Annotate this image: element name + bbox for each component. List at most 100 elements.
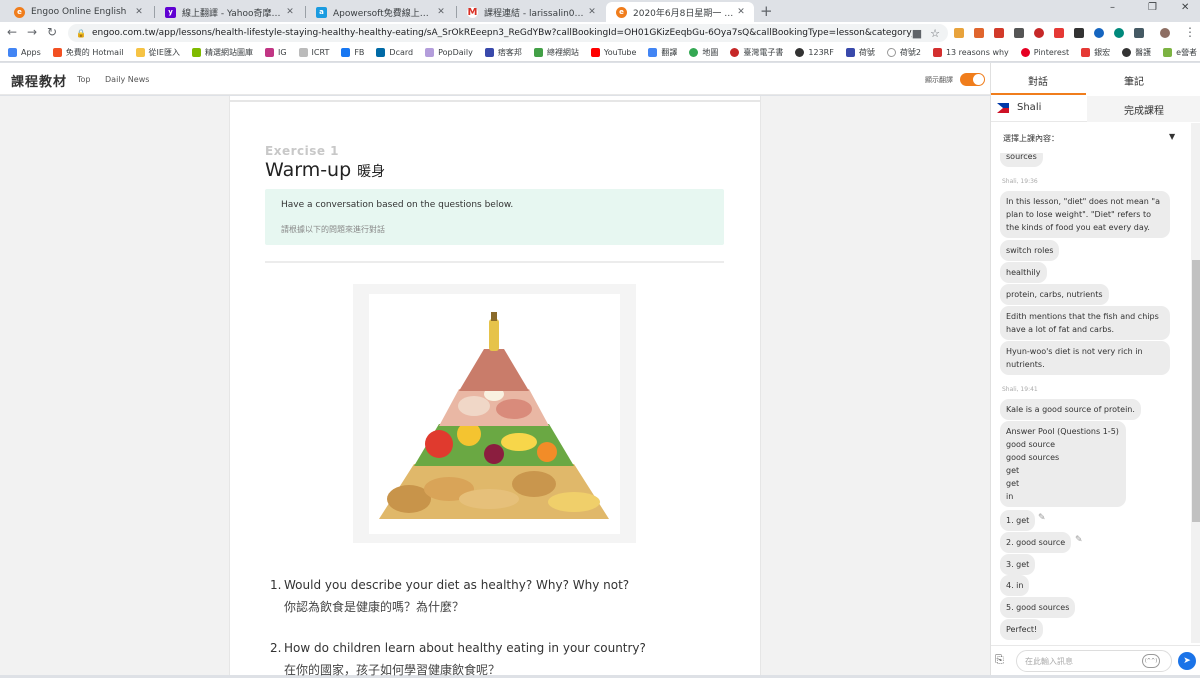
bookmark-item[interactable]: 銀宏 bbox=[1081, 47, 1110, 58]
minimize-icon[interactable]: – bbox=[1110, 2, 1115, 13]
bookmark-label: 免費的 Hotmail bbox=[65, 48, 124, 57]
bookmark-label: 翻譯 bbox=[661, 48, 678, 57]
attach-file-icon[interactable]: ⎘ bbox=[995, 653, 1004, 667]
content-select[interactable]: 選擇上課內容： ▼ bbox=[991, 123, 1191, 153]
tab-close-icon[interactable]: ✕ bbox=[283, 7, 297, 17]
edit-pencil-icon[interactable]: ✎ bbox=[1038, 513, 1046, 523]
bookmark-item[interactable]: 13 reasons why bbox=[932, 48, 1009, 57]
browser-tab-apowersoft[interactable]: a Apowersoft免費線上螢幕錄影工 ✕ bbox=[306, 2, 454, 22]
bookmark-label: Pinterest bbox=[1033, 48, 1070, 57]
lock-icon: 🔒 bbox=[76, 28, 86, 38]
bookmark-item[interactable]: FB bbox=[341, 48, 364, 57]
extension-icon[interactable] bbox=[1054, 28, 1064, 38]
maximize-icon[interactable]: ❐ bbox=[1148, 2, 1157, 13]
bookmark-item[interactable]: 臺灣電子書 bbox=[730, 47, 783, 58]
bookmark-label: 地圖 bbox=[702, 48, 719, 57]
browser-tab-yahoo[interactable]: y 線上翻譯 - Yahoo奇摩 搜尋結果 ✕ bbox=[155, 2, 303, 22]
browser-tab-lesson-active[interactable]: e 2020年6月8日星期一 18:30 與 S ✕ bbox=[606, 2, 754, 22]
bookmark-item[interactable]: Pinterest bbox=[1020, 48, 1070, 57]
bookmark-item[interactable]: 地圖 bbox=[689, 47, 718, 58]
tab-title: 2020年6月8日星期一 18:30 與 S bbox=[633, 8, 734, 19]
extension-icon[interactable] bbox=[1074, 28, 1084, 38]
app-brand-title[interactable]: 課程教材 bbox=[11, 71, 67, 90]
url-text[interactable]: engoo.com.tw/app/lessons/health-lifestyl… bbox=[92, 28, 912, 38]
card-divider bbox=[229, 100, 761, 102]
chat-message: In this lesson, "diet" does not mean "a … bbox=[1000, 191, 1170, 238]
nav-link-daily-news[interactable]: Daily News bbox=[105, 75, 149, 84]
profile-avatar-icon[interactable] bbox=[1160, 28, 1170, 38]
extension-icon[interactable] bbox=[1014, 28, 1024, 38]
extension-icon[interactable] bbox=[1094, 28, 1104, 38]
bookmark-label: YouTube bbox=[603, 48, 637, 57]
translation-toggle[interactable] bbox=[960, 73, 985, 86]
extension-icon[interactable] bbox=[954, 28, 964, 38]
exercise-title: Warm-up 暖身 bbox=[265, 159, 385, 181]
bookmark-star-icon[interactable]: ☆ bbox=[930, 27, 940, 40]
extension-icon[interactable] bbox=[1134, 28, 1144, 38]
send-icon[interactable]: ➤ bbox=[1178, 652, 1196, 670]
bookmark-item[interactable]: 醫護 bbox=[1122, 47, 1151, 58]
tab-close-icon[interactable]: ✕ bbox=[734, 7, 748, 17]
bookmark-item[interactable]: 荷號 bbox=[845, 47, 875, 58]
tab-close-icon[interactable]: ✕ bbox=[585, 7, 599, 17]
close-window-icon[interactable]: ✕ bbox=[1181, 2, 1189, 13]
browser-tab-gmail[interactable]: M 課程連結 - larissalin0911@gma ✕ bbox=[457, 2, 605, 22]
bookmark-apps[interactable]: Apps bbox=[8, 48, 41, 57]
address-bar[interactable]: 🔒 engoo.com.tw/app/lessons/health-lifest… bbox=[68, 24, 948, 42]
reload-icon[interactable]: ↻ bbox=[44, 25, 60, 39]
extension-icon[interactable] bbox=[1114, 28, 1124, 38]
bookmark-label: 從IE匯入 bbox=[148, 48, 180, 57]
edit-pencil-icon[interactable]: ✎ bbox=[1075, 535, 1083, 545]
bookmark-item[interactable]: PopDaily bbox=[425, 48, 473, 57]
dropdown-triangle-icon[interactable]: ▼ bbox=[1169, 132, 1175, 141]
tab-notes[interactable]: 筆記 bbox=[1124, 73, 1144, 88]
tab-close-icon[interactable]: ✕ bbox=[132, 7, 146, 17]
engoo-favicon-icon: e bbox=[616, 6, 627, 18]
bookmark-item[interactable]: IG bbox=[264, 48, 287, 57]
message-input-row: ⎘ (^^) ➤ bbox=[991, 645, 1200, 675]
tab-title: 課程連結 - larissalin0911@gma bbox=[484, 8, 585, 19]
content-select-label: 選擇上課內容： bbox=[1003, 134, 1059, 143]
bookmark-item[interactable]: ICRT bbox=[298, 48, 329, 57]
bookmark-item[interactable]: 痞客邦 bbox=[484, 47, 522, 58]
yahoo-favicon-icon: y bbox=[165, 6, 176, 18]
bookmark-label: 荷號 bbox=[858, 48, 875, 57]
browser-tab-engoo[interactable]: e Engoo Online English ✕ bbox=[4, 2, 152, 22]
bookmark-item[interactable]: 總裡網站 bbox=[533, 47, 579, 58]
extension-icon[interactable] bbox=[1034, 28, 1044, 38]
chat-message: 2. good source bbox=[1000, 532, 1072, 553]
extension-icon[interactable] bbox=[974, 28, 984, 38]
new-tab-button[interactable]: + bbox=[760, 2, 773, 20]
chat-message: 1. get bbox=[1000, 510, 1036, 531]
camera-icon[interactable]: ■ bbox=[912, 27, 922, 40]
tab-close-icon[interactable]: ✕ bbox=[434, 7, 448, 17]
network-icon bbox=[533, 48, 543, 57]
bookmark-item[interactable]: YouTube bbox=[590, 48, 637, 57]
bookmark-item[interactable]: 從IE匯入 bbox=[135, 47, 180, 58]
tab-title: Engoo Online English bbox=[31, 7, 127, 17]
bookmark-label: PopDaily bbox=[438, 48, 473, 57]
chat-message: Perfect! bbox=[1000, 619, 1044, 640]
nav-link-top[interactable]: Top bbox=[77, 75, 91, 84]
tab-conversation[interactable]: 對話 bbox=[1028, 73, 1048, 88]
chat-scrollbar-thumb[interactable] bbox=[1192, 260, 1200, 522]
bookmark-label: e營者 bbox=[1176, 48, 1198, 57]
bookmark-item[interactable]: 123RF bbox=[795, 48, 834, 57]
emoji-icon[interactable]: (^^) bbox=[1142, 654, 1160, 668]
extension-icon[interactable] bbox=[994, 28, 1004, 38]
bookmark-item[interactable]: Dcard bbox=[376, 48, 413, 57]
bookmark-item[interactable]: 翻譯 bbox=[648, 47, 677, 58]
bookmark-item[interactable]: 免費的 Hotmail bbox=[52, 47, 124, 58]
chat-message: 5. good sources bbox=[1000, 597, 1076, 618]
folder-icon bbox=[135, 48, 145, 57]
instruction-en: Have a conversation based on the questio… bbox=[281, 200, 514, 210]
chrome-menu-icon[interactable]: ⋮ bbox=[1182, 25, 1198, 39]
bookmark-item[interactable]: 荷號2 bbox=[886, 47, 921, 58]
back-arrow-icon[interactable]: ← bbox=[4, 25, 20, 39]
bookmark-item[interactable]: e營者 bbox=[1163, 47, 1197, 58]
bookmark-item[interactable]: 精選網站圖庫 bbox=[191, 47, 253, 58]
complete-lesson-button[interactable]: 完成課程 bbox=[1087, 96, 1200, 122]
active-tab-indicator bbox=[991, 93, 1086, 95]
windows-icon bbox=[52, 48, 62, 57]
forward-arrow-icon[interactable]: → bbox=[24, 25, 40, 39]
